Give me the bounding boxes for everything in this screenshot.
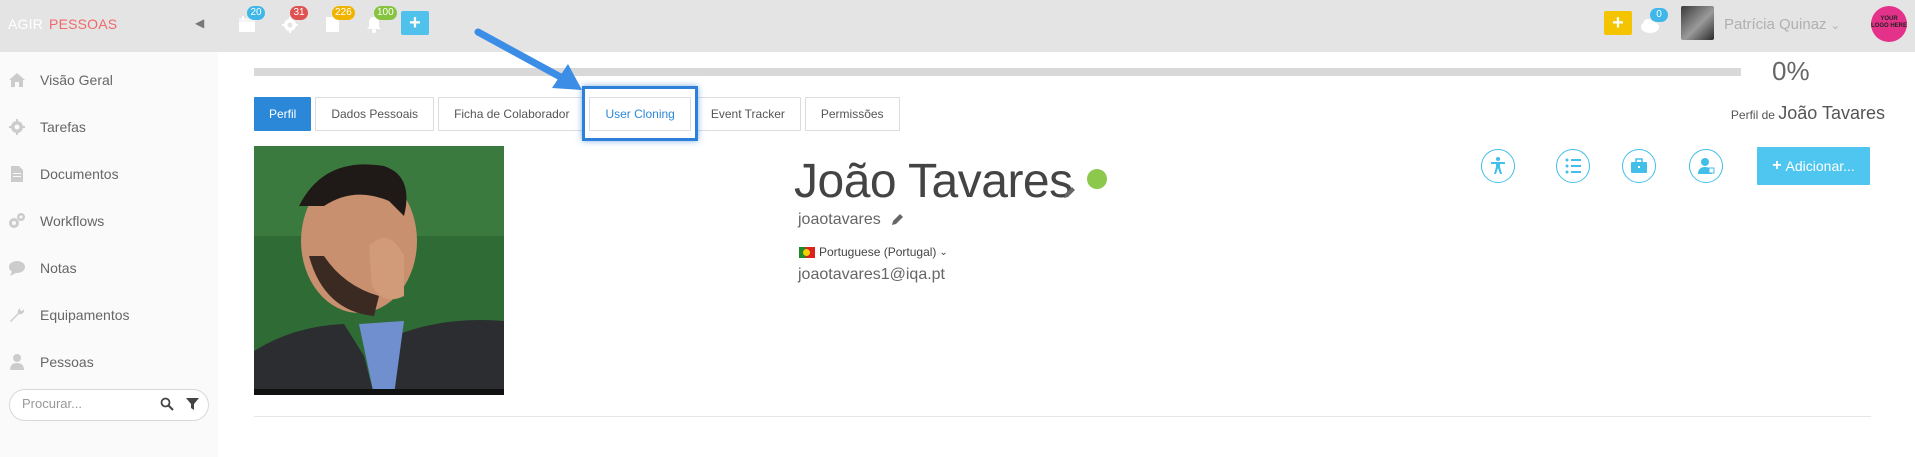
plus-icon: +: [1772, 157, 1782, 174]
search-icon[interactable]: [160, 397, 174, 411]
documents-button[interactable]: 226: [322, 6, 355, 36]
sidebar-item-label: Workflows: [40, 213, 105, 229]
list-icon: [1565, 158, 1581, 174]
edit-username-pencil-icon[interactable]: [890, 213, 904, 227]
sidebar-item-label: Pessoas: [40, 354, 94, 370]
add-button[interactable]: + Adicionar...: [1757, 147, 1870, 185]
brand-part1: AGIR: [8, 16, 44, 32]
sidebar-item-notas[interactable]: Notas: [8, 258, 77, 278]
language-label: Portuguese (Portugal): [819, 245, 937, 259]
calendar-badge: 20: [247, 6, 265, 20]
gear-icon: [9, 119, 25, 135]
sidebar-item-label: Equipamentos: [40, 307, 130, 323]
sidebar-item-equipamentos[interactable]: Equipamentos: [8, 305, 130, 325]
user-avatar[interactable]: [1681, 6, 1714, 40]
profile-full-name: João Tavares: [794, 155, 1073, 208]
accessibility-icon: [1491, 157, 1505, 174]
chevron-down-icon: ⌄: [939, 246, 948, 258]
documents-badge: 226: [332, 6, 355, 20]
section-divider: [254, 416, 1871, 417]
profile-email: joaotavares1@iqa.pt: [798, 266, 945, 283]
profile-of-prefix: Perfil de: [1730, 108, 1775, 122]
collapse-sidebar-icon[interactable]: ◀: [195, 16, 204, 30]
user-profile-button[interactable]: [1689, 149, 1723, 183]
wrench-icon: [10, 307, 25, 322]
tab-ficha-colaborador[interactable]: Ficha de Colaborador: [438, 97, 586, 131]
language-selector[interactable]: Portuguese (Portugal) ⌄: [799, 245, 948, 259]
tab-user-cloning[interactable]: User Cloning: [589, 97, 691, 131]
user-icon: [1698, 158, 1715, 174]
top-bar: AGIR PESSOAS ◀ 20 31 226 100 + + 0 Patríc…: [0, 0, 1915, 52]
sidebar-item-label: Visão Geral: [40, 72, 113, 88]
brand-logo[interactable]: AGIR PESSOAS: [8, 16, 117, 32]
chevron-down-icon: ⌄: [1830, 20, 1840, 32]
calendar-button[interactable]: 20: [237, 6, 265, 36]
sidebar-item-workflows[interactable]: Workflows: [8, 211, 104, 231]
add-button-label: Adicionar...: [1785, 158, 1855, 174]
pointer-arrow: [474, 28, 582, 90]
quick-add-button[interactable]: +: [401, 11, 429, 35]
sidebar-item-label: Notas: [40, 260, 77, 276]
profile-of-name: João Tavares: [1778, 103, 1885, 123]
list-button[interactable]: [1556, 149, 1590, 183]
tab-permissoes[interactable]: Permissões: [804, 97, 900, 131]
accessibility-button[interactable]: [1481, 149, 1515, 183]
profile-username: joaotavares: [798, 211, 881, 228]
notifications-button[interactable]: 100: [364, 6, 397, 36]
gears-icon: [9, 213, 25, 228]
sidebar-item-documentos[interactable]: Documentos: [8, 164, 119, 184]
messages-button[interactable]: 0: [1640, 8, 1668, 38]
settings-button[interactable]: 31: [280, 6, 308, 36]
search-input[interactable]: [22, 396, 152, 411]
tab-dados-pessoais[interactable]: Dados Pessoais: [315, 97, 435, 131]
brand-part2: PESSOAS: [49, 16, 118, 32]
tab-event-tracker[interactable]: Event Tracker: [694, 97, 801, 131]
user-name: Patrícia Quinaz: [1724, 16, 1827, 33]
online-status-dot: [1087, 169, 1107, 189]
messages-badge: 0: [1650, 8, 1668, 22]
company-logo: YOUR LOGO HERE: [1871, 6, 1907, 42]
sidebar-item-label: Documentos: [40, 166, 119, 182]
profile-photo[interactable]: [254, 146, 504, 395]
briefcase-icon: [1631, 158, 1647, 173]
sidebar-item-pessoas[interactable]: Pessoas: [8, 352, 94, 372]
sidebar-item-label: Tarefas: [40, 119, 86, 135]
home-icon: [9, 73, 25, 87]
profile-photo-image: [254, 146, 504, 395]
sidebar-item-visao-geral[interactable]: Visão Geral: [8, 70, 113, 90]
briefcase-button[interactable]: [1622, 149, 1656, 183]
notifications-badge: 100: [374, 6, 397, 20]
portugal-flag-icon: [799, 246, 815, 258]
create-button[interactable]: +: [1604, 11, 1632, 35]
user-menu[interactable]: Patrícia Quinaz ⌄: [1724, 16, 1840, 33]
sidebar: Visão Geral Tarefas Documentos Workflows…: [0, 52, 218, 457]
settings-badge: 31: [290, 6, 308, 20]
person-icon: [10, 354, 24, 370]
progress-percent: 0%: [1772, 56, 1810, 86]
filter-icon[interactable]: [186, 398, 199, 411]
profile-of-label: Perfil de João Tavares: [1731, 103, 1885, 124]
search-box: [9, 389, 209, 421]
edit-name-pencil-icon[interactable]: [1062, 186, 1076, 200]
document-icon: [11, 166, 23, 182]
sidebar-item-tarefas[interactable]: Tarefas: [8, 117, 86, 137]
profile-tabs: Perfil Dados Pessoais Ficha de Colaborad…: [254, 97, 904, 131]
chat-icon: [9, 261, 25, 276]
tab-perfil[interactable]: Perfil: [254, 97, 312, 131]
